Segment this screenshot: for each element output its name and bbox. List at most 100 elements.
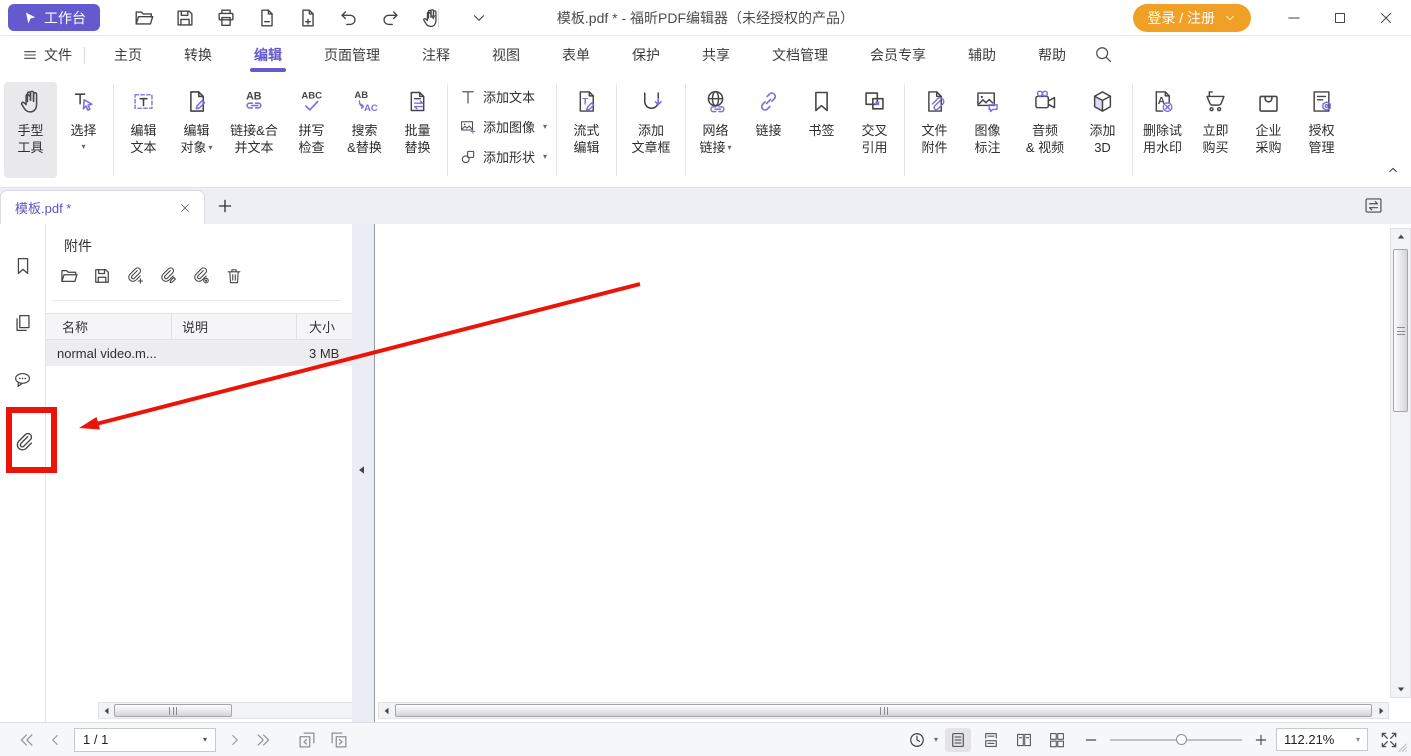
insert-pages-button[interactable] [296, 6, 320, 30]
column-header-size[interactable]: 大小 [297, 314, 352, 339]
facing-continuous-view-button[interactable] [1044, 728, 1070, 752]
save-button[interactable] [173, 6, 197, 30]
file-attachment-button[interactable]: 文件附件 [908, 82, 961, 178]
scroll-right-icon[interactable] [1374, 704, 1388, 718]
document-horizontal-scrollbar[interactable] [378, 702, 1389, 719]
cross-reference-button[interactable]: 交叉引用 [848, 82, 901, 178]
edit-object-button[interactable]: 编辑对象▾ [170, 82, 223, 178]
zoom-level-select[interactable]: 112.21% ▾ [1276, 728, 1368, 751]
next-page-button[interactable] [226, 731, 244, 749]
edit-text-button[interactable]: 编辑文本 [117, 82, 170, 178]
license-management-button[interactable]: 授权管理 [1295, 82, 1348, 178]
link-button[interactable]: 链接 [742, 82, 795, 178]
continuous-view-button[interactable] [978, 728, 1004, 752]
save-attachment-button[interactable] [91, 265, 112, 286]
menu-item-assist[interactable]: 辅助 [947, 36, 1017, 74]
add-text-button[interactable]: 添加文本 [459, 84, 547, 109]
bookmark-button[interactable]: 书签 [795, 82, 848, 178]
minimize-button[interactable] [1283, 7, 1305, 29]
link-merge-text-button[interactable]: AB链接&合并文本 [223, 82, 285, 178]
menu-item-convert[interactable]: 转换 [163, 36, 233, 74]
next-view-button[interactable] [328, 729, 350, 751]
vertical-scrollbar[interactable] [1390, 228, 1411, 698]
page-number-select[interactable]: 1 / 1 ▾ [74, 728, 216, 752]
open-attachment-button[interactable] [58, 265, 79, 286]
panel-collapse-handle[interactable] [354, 462, 370, 480]
web-link-button[interactable]: 网络链接▾ [689, 82, 742, 178]
sidebar-panel-attachments-button[interactable] [11, 430, 35, 454]
panel-hscroll-thumb[interactable] [114, 704, 232, 717]
add-shape-button[interactable]: 添加形状▾ [459, 144, 547, 169]
scroll-up-icon[interactable] [1394, 230, 1408, 244]
previous-view-button[interactable] [296, 729, 318, 751]
menu-item-edit[interactable]: 编辑 [233, 36, 303, 74]
menu-item-share[interactable]: 共享 [681, 36, 751, 74]
attachment-settings-button[interactable] [190, 265, 211, 286]
menu-search-button[interactable] [1093, 44, 1113, 67]
previous-page-button[interactable] [46, 731, 64, 749]
menu-item-home[interactable]: 主页 [93, 36, 163, 74]
edit-attachment-button[interactable] [157, 265, 178, 286]
undo-button[interactable] [337, 6, 361, 30]
vscroll-thumb[interactable] [1393, 249, 1408, 412]
zoom-slider-thumb[interactable] [1176, 734, 1187, 745]
document-tab[interactable]: 模板.pdf * [0, 190, 205, 224]
column-header-name[interactable]: 名称 [46, 314, 172, 339]
scroll-left-icon[interactable] [380, 704, 394, 718]
menu-item-doc-manage[interactable]: 文档管理 [751, 36, 849, 74]
print-button[interactable] [214, 6, 238, 30]
batch-replace-button[interactable]: 批量替换 [391, 82, 444, 178]
add-3d-button[interactable]: 添加3D [1076, 82, 1129, 178]
hand-tool-button[interactable]: 手型工具 [4, 82, 57, 178]
add-article-box-button[interactable]: 添加文章框 [620, 82, 682, 178]
menu-item-member[interactable]: 会员专享 [849, 36, 947, 74]
image-annotation-button[interactable]: 图像标注 [961, 82, 1014, 178]
menu-item-file[interactable]: 文件 [18, 36, 76, 74]
search-replace-button[interactable]: ABAC搜索&替换 [338, 82, 391, 178]
zoom-out-button[interactable] [1083, 732, 1099, 748]
doc-hscroll-thumb[interactable] [395, 704, 1372, 717]
zoom-slider[interactable] [1110, 730, 1242, 750]
ribbon-collapse-button[interactable] [1385, 162, 1401, 181]
tab-close-icon[interactable] [178, 201, 192, 215]
add-attachment-button[interactable] [124, 265, 145, 286]
add-image-button[interactable]: 添加图像▾ [459, 114, 547, 139]
first-page-button[interactable] [16, 730, 36, 750]
open-button[interactable] [132, 6, 156, 30]
resize-grip[interactable] [1393, 738, 1409, 754]
sidebar-panel-comments-button[interactable] [11, 368, 35, 392]
audio-video-button[interactable]: 音频& 视频 [1014, 82, 1076, 178]
switch-tabs-button[interactable] [1363, 195, 1384, 216]
document-page[interactable] [374, 224, 1390, 722]
redo-button[interactable] [378, 6, 402, 30]
delete-pages-button[interactable] [255, 6, 279, 30]
sidebar-panel-bookmarks-button[interactable] [11, 254, 35, 278]
hand-mode-caret[interactable]: ▾ [431, 12, 436, 23]
column-header-description[interactable]: 说明 [172, 314, 297, 339]
scroll-down-icon[interactable] [1394, 682, 1408, 696]
workspace-button[interactable]: 工作台 [8, 4, 100, 31]
zoom-in-button[interactable] [1253, 732, 1269, 748]
close-button[interactable] [1375, 7, 1397, 29]
customize-toolbar-button[interactable] [467, 6, 491, 30]
delete-attachment-button[interactable] [223, 265, 244, 286]
remove-trial-watermark-button[interactable]: A删除试用水印 [1136, 82, 1189, 178]
sidebar-panel-pages-button[interactable] [11, 311, 35, 335]
flow-edit-button[interactable]: T流式编辑 [560, 82, 613, 178]
menu-item-page-manage[interactable]: 页面管理 [303, 36, 401, 74]
select-button[interactable]: 选择▾ [57, 82, 110, 178]
menu-item-help[interactable]: 帮助 [1017, 36, 1087, 74]
facing-view-button[interactable] [1011, 728, 1037, 752]
new-tab-button[interactable] [216, 197, 234, 215]
maximize-button[interactable] [1329, 7, 1351, 29]
attachment-row[interactable]: normal video.m...3 MB [46, 340, 352, 366]
menu-item-protect[interactable]: 保护 [611, 36, 681, 74]
menu-item-view[interactable]: 视图 [471, 36, 541, 74]
last-page-button[interactable] [254, 730, 274, 750]
rotate-view-caret-icon[interactable]: ▾ [934, 735, 938, 745]
spell-check-button[interactable]: ABC拼写检查 [285, 82, 338, 178]
enterprise-purchase-button[interactable]: 企业采购 [1242, 82, 1295, 178]
single-page-view-button[interactable] [945, 728, 971, 752]
login-register-button[interactable]: 登录 / 注册 [1133, 4, 1251, 32]
buy-now-button[interactable]: 立即购买 [1189, 82, 1242, 178]
